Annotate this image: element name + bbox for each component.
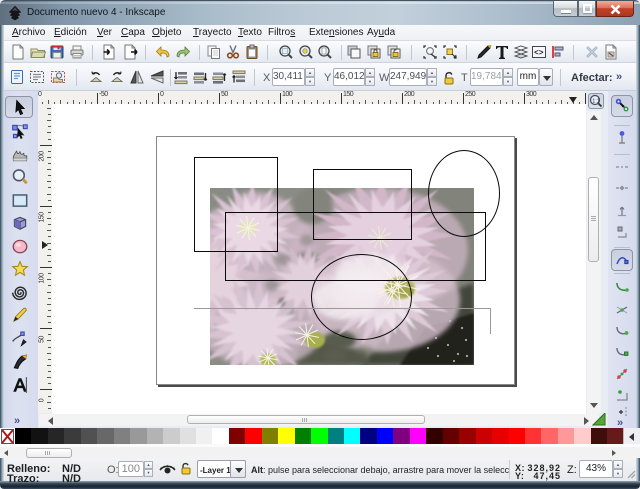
svg-text:1:1: 1:1	[592, 98, 600, 104]
svg-text:<>: <>	[534, 49, 544, 58]
